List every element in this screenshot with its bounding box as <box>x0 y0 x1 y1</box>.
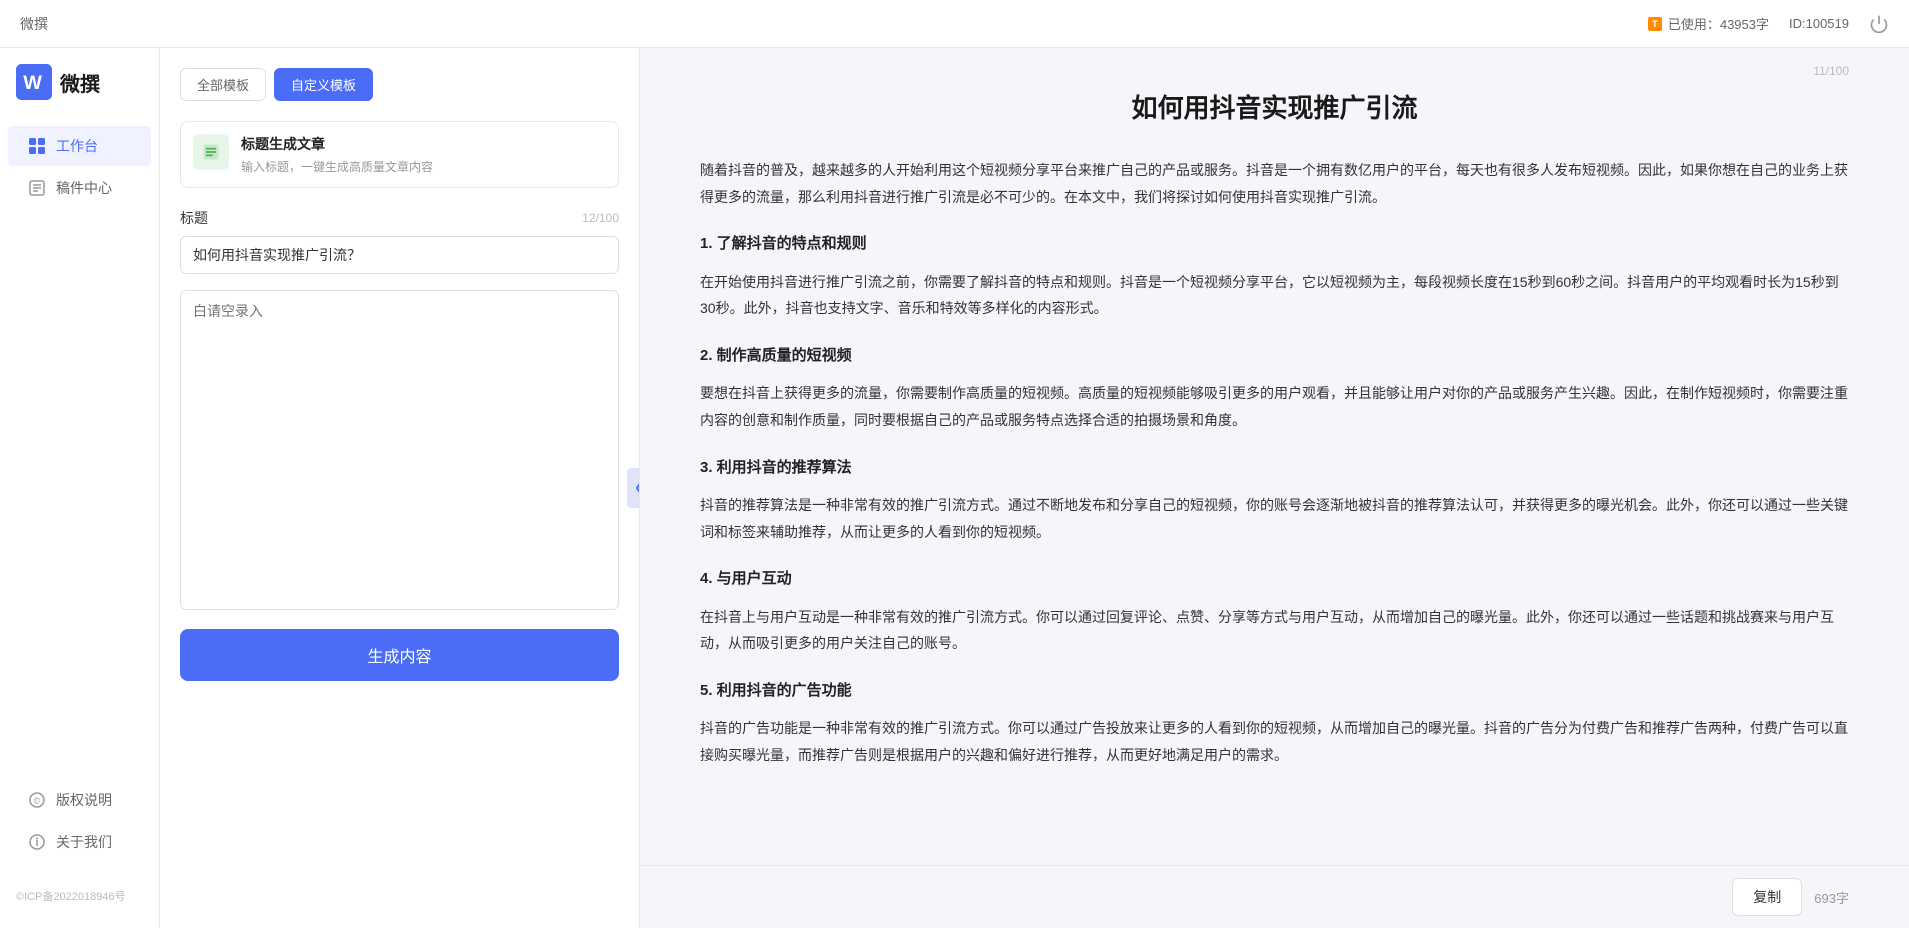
section-1-content: 在开始使用抖音进行推广引流之前，你需要了解抖音的特点和规则。抖音是一个短视频分享… <box>700 269 1849 322</box>
section-2-heading: 2. 制作高质量的短视频 <box>700 342 1849 371</box>
svg-text:©: © <box>34 796 41 806</box>
topbar-usage: 已使用：43953字 <box>1648 14 1769 33</box>
content-textarea[interactable] <box>180 290 619 610</box>
right-bottom-bar: 复制 693字 <box>640 865 1909 928</box>
nav-items: 工作台 稿件中心 <box>0 124 159 778</box>
template-info: 标题生成文章 输入标题，一键生成高质量文章内容 <box>241 134 433 175</box>
usage-text: 已使用：43953字 <box>1668 14 1769 33</box>
topbar-right: 已使用：43953字 ID:100519 <box>1648 14 1889 34</box>
sidebar-item-label-workbench: 工作台 <box>56 136 98 156</box>
sidebar-item-label-copyright: 版权说明 <box>56 790 112 810</box>
logo-text: 微撰 <box>60 68 100 97</box>
article-body: 随着抖音的普及，越来越多的人开始利用这个短视频分享平台来推广自己的产品或服务。抖… <box>700 157 1849 769</box>
copyright-icon: © <box>28 791 46 809</box>
template-title: 标题生成文章 <box>241 134 433 154</box>
logo: W 微撰 <box>0 64 159 124</box>
section-4-content: 在抖音上与用户互动是一种非常有效的推广引流方式。你可以通过回复评论、点赞、分享等… <box>700 604 1849 657</box>
main-layout: W 微撰 工作台 <box>0 48 1909 928</box>
template-description: 输入标题，一键生成高质量文章内容 <box>241 158 433 175</box>
article-section-1: 1. 了解抖音的特点和规则 在开始使用抖音进行推广引流之前，你需要了解抖音的特点… <box>700 230 1849 322</box>
word-count: 693字 <box>1814 888 1849 907</box>
section-5-content: 抖音的广告功能是一种非常有效的推广引流方式。你可以通过广告投放来让更多的人看到你… <box>700 715 1849 768</box>
collapse-handle[interactable] <box>627 468 640 508</box>
sidebar-item-drafts[interactable]: 稿件中心 <box>8 168 151 208</box>
icp-text: ©ICP备2022018946号 <box>16 891 126 903</box>
topbar-id: ID:100519 <box>1789 16 1849 31</box>
sidebar-item-label-about: 关于我们 <box>56 832 112 852</box>
section-4-heading: 4. 与用户互动 <box>700 565 1849 594</box>
topbar: 微撰 已使用：43953字 ID:100519 <box>0 0 1909 48</box>
usage-icon <box>1648 17 1662 31</box>
article-intro: 随着抖音的普及，越来越多的人开始利用这个短视频分享平台来推广自己的产品或服务。抖… <box>700 157 1849 210</box>
title-label-text: 标题 <box>180 208 208 228</box>
svg-text:W: W <box>23 72 42 94</box>
drafts-icon <box>28 179 46 197</box>
title-form-label: 标题 12/100 <box>180 208 619 228</box>
article-section-2: 2. 制作高质量的短视频 要想在抖音上获得更多的流量，你需要制作高质量的短视频。… <box>700 342 1849 434</box>
sidebar-footer: ©ICP备2022018946号 <box>0 880 159 912</box>
template-card-icon <box>193 134 229 170</box>
tab-custom[interactable]: 自定义模板 <box>274 68 373 101</box>
topbar-title: 微撰 <box>20 14 48 34</box>
nav-bottom: © 版权说明 关于我们 <box>0 778 159 880</box>
section-3-content: 抖音的推荐算法是一种非常有效的推广引流方式。通过不断地发布和分享自己的短视频，你… <box>700 492 1849 545</box>
article-title: 如何用抖音实现推广引流 <box>700 88 1849 125</box>
sidebar-item-about[interactable]: 关于我们 <box>8 822 151 862</box>
sidebar: W 微撰 工作台 <box>0 48 160 928</box>
left-panel: 全部模板 自定义模板 标题生成文章 输入标题，一键生成高质量文章内容 标题 12… <box>160 48 640 928</box>
title-count: 12/100 <box>582 211 619 225</box>
tab-bar: 全部模板 自定义模板 <box>180 68 619 101</box>
section-5-heading: 5. 利用抖音的广告功能 <box>700 677 1849 706</box>
article-section-5: 5. 利用抖音的广告功能 抖音的广告功能是一种非常有效的推广引流方式。你可以通过… <box>700 677 1849 769</box>
page-count: 11/100 <box>1813 64 1849 78</box>
article-section-3: 3. 利用抖音的推荐算法 抖音的推荐算法是一种非常有效的推广引流方式。通过不断地… <box>700 454 1849 546</box>
workbench-icon <box>28 137 46 155</box>
section-1-heading: 1. 了解抖音的特点和规则 <box>700 230 1849 259</box>
copy-button[interactable]: 复制 <box>1732 878 1802 916</box>
section-3-heading: 3. 利用抖音的推荐算法 <box>700 454 1849 483</box>
article-section-4: 4. 与用户互动 在抖音上与用户互动是一种非常有效的推广引流方式。你可以通过回复… <box>700 565 1849 657</box>
generate-button[interactable]: 生成内容 <box>180 629 619 681</box>
template-card[interactable]: 标题生成文章 输入标题，一键生成高质量文章内容 <box>180 121 619 188</box>
power-button[interactable] <box>1869 14 1889 34</box>
about-icon <box>28 833 46 851</box>
right-panel: 11/100 如何用抖音实现推广引流 随着抖音的普及，越来越多的人开始利用这个短… <box>640 48 1909 865</box>
sidebar-item-label-drafts: 稿件中心 <box>56 178 112 198</box>
intro-text: 随着抖音的普及，越来越多的人开始利用这个短视频分享平台来推广自己的产品或服务。抖… <box>700 157 1849 210</box>
title-input[interactable] <box>180 236 619 274</box>
sidebar-item-copyright[interactable]: © 版权说明 <box>8 780 151 820</box>
sidebar-item-workbench[interactable]: 工作台 <box>8 126 151 166</box>
tab-all[interactable]: 全部模板 <box>180 68 266 101</box>
section-2-content: 要想在抖音上获得更多的流量，你需要制作高质量的短视频。高质量的短视频能够吸引更多… <box>700 380 1849 433</box>
